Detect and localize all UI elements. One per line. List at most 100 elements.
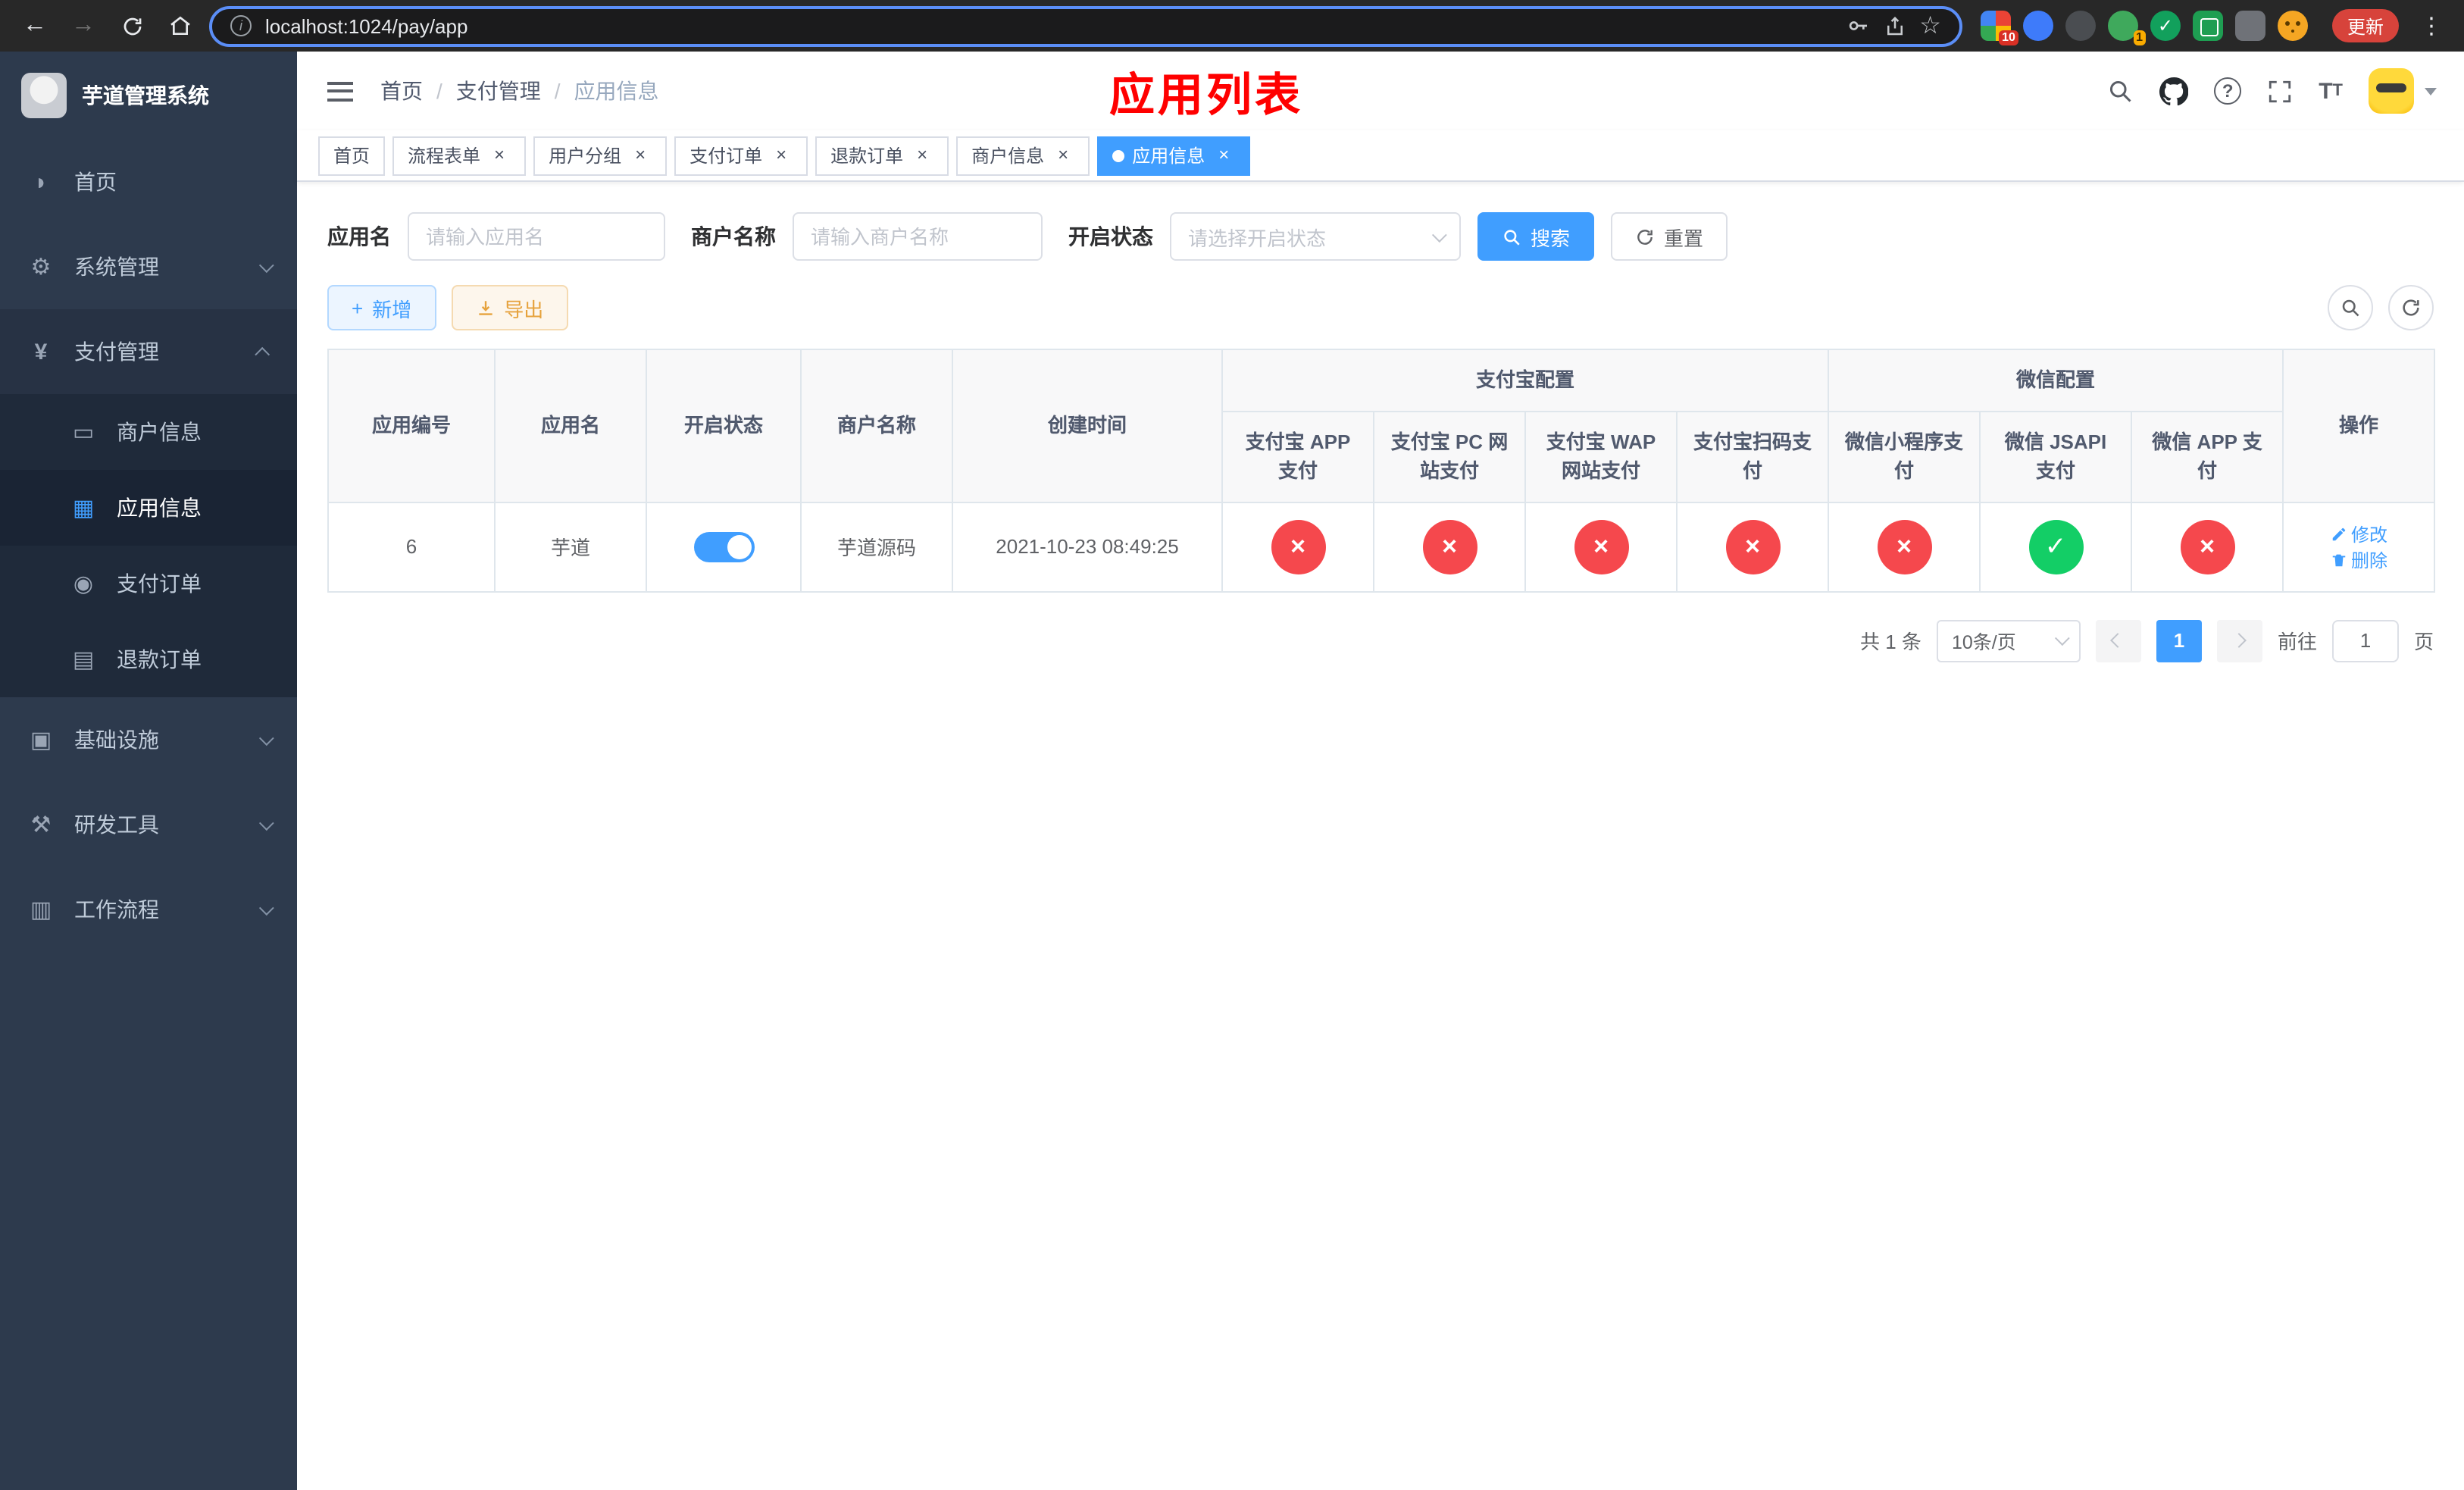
search-button[interactable]: 搜索 <box>1477 212 1595 261</box>
delete-link[interactable]: 删除 <box>2330 546 2387 572</box>
extension-dark-icon[interactable] <box>2065 11 2096 41</box>
export-button[interactable]: 导出 <box>451 285 568 330</box>
sidebar-item-dev-tools[interactable]: ⚒ 研发工具 <box>0 782 297 867</box>
sidebar-item-infrastructure[interactable]: ▣ 基础设施 <box>0 697 297 782</box>
sidebar-item-label: 退款订单 <box>117 647 202 671</box>
extension-drop-icon[interactable] <box>2022 11 2053 41</box>
back-button[interactable]: ← <box>15 6 55 45</box>
breadcrumb-payment[interactable]: 支付管理 <box>456 76 541 106</box>
tab-process-form[interactable]: 流程表单 × <box>392 136 527 175</box>
browser-menu-icon[interactable]: ⋮ <box>2414 12 2449 39</box>
sidebar-item-label: 首页 <box>74 170 117 194</box>
refresh-button[interactable] <box>2388 285 2434 330</box>
sidebar-item-system[interactable]: ⚙ 系统管理 <box>0 224 297 309</box>
close-icon[interactable]: × <box>1212 144 1235 167</box>
close-icon[interactable]: × <box>488 144 511 167</box>
bookmark-star-icon[interactable]: ☆ <box>1919 11 1941 41</box>
workflow-icon: ▥ <box>30 897 52 923</box>
share-icon[interactable] <box>1883 14 1906 37</box>
channel-status-icon[interactable]: × <box>1271 519 1325 574</box>
toolbar-left: + 新增 导出 <box>327 285 568 330</box>
extension-blocks-icon[interactable]: 10 <box>1980 11 2018 45</box>
close-icon[interactable]: × <box>770 144 793 167</box>
reset-button[interactable]: 重置 <box>1611 212 1728 261</box>
chevron-down-icon <box>2054 631 2070 646</box>
tab-label: 用户分组 <box>549 146 622 167</box>
url-text[interactable]: localhost:1024/pay/app <box>265 14 1831 37</box>
tab-pay-orders[interactable]: 支付订单 × <box>674 136 808 175</box>
app-name-field-wrap <box>408 212 665 261</box>
sidebar-item-refund-orders[interactable]: ▤ 退款订单 <box>0 621 297 697</box>
sidebar-item-label: 基础设施 <box>74 728 159 752</box>
profile-avatar-icon[interactable] <box>2277 11 2308 41</box>
extension-check-icon[interactable]: ✓ <box>2150 11 2181 41</box>
app-name-input[interactable] <box>426 225 647 248</box>
gear-icon: ⚙ <box>30 255 52 280</box>
active-tab-dot <box>1112 149 1125 161</box>
tab-user-group[interactable]: 用户分组 × <box>533 136 668 175</box>
page-number-1[interactable]: 1 <box>2156 619 2202 662</box>
extension-book-icon[interactable] <box>2192 11 2223 41</box>
search-icon[interactable] <box>2106 77 2134 105</box>
col-header-alipay-pc: 支付宝 PC 网站支付 <box>1373 410 1526 502</box>
fullscreen-icon[interactable] <box>2267 78 2293 104</box>
chevron-down-icon <box>258 257 274 273</box>
sidebar-item-merchant-info[interactable]: ▭ 商户信息 <box>0 394 297 470</box>
col-header-name: 应用名 <box>494 349 647 502</box>
forward-button[interactable]: → <box>64 6 103 45</box>
status-toggle[interactable] <box>693 531 754 562</box>
reload-button[interactable] <box>112 6 152 45</box>
sidebar-item-workflow[interactable]: ▥ 工作流程 <box>0 867 297 952</box>
github-icon[interactable] <box>2159 77 2189 105</box>
home-button[interactable] <box>161 6 200 45</box>
close-icon[interactable]: × <box>911 144 933 167</box>
user-avatar <box>2369 68 2414 114</box>
font-size-icon[interactable]: TT <box>2319 78 2343 104</box>
status-select[interactable]: 请选择开启状态 <box>1170 212 1461 261</box>
app-logo-row[interactable]: 芋道管理系统 <box>0 52 297 139</box>
tab-app-info[interactable]: 应用信息 × <box>1097 136 1251 175</box>
navbar: 首页 / 支付管理 / 应用信息 应用列表 ? T T <box>297 52 2464 130</box>
extension-green-icon[interactable]: 1 <box>2107 11 2146 45</box>
channel-status-icon[interactable]: × <box>1574 519 1628 574</box>
sidebar-menu: ◗ 首页 ⚙ 系统管理 ¥ 支付管理 ▭ 商户信息 ▦ 应用信息 ◉ 支付订单 … <box>0 139 297 1490</box>
goto-page-input[interactable] <box>2331 619 2399 662</box>
password-key-icon[interactable] <box>1845 14 1869 38</box>
breadcrumb: 首页 / 支付管理 / 应用信息 <box>380 76 659 106</box>
page-size-select[interactable]: 10条/页 <box>1936 619 2081 662</box>
prev-page-button[interactable] <box>2095 619 2141 662</box>
address-bar[interactable]: i localhost:1024/pay/app ☆ <box>209 5 1962 46</box>
sidebar-toggle-icon[interactable] <box>321 75 359 107</box>
merchant-name-input[interactable] <box>811 225 1024 248</box>
edit-link[interactable]: 修改 <box>2330 521 2387 546</box>
channel-status-icon[interactable]: × <box>1422 519 1477 574</box>
tab-merchant-info[interactable]: 商户信息 × <box>956 136 1090 175</box>
cell-wechat-mini: × <box>1828 501 1981 592</box>
next-page-button[interactable] <box>2216 619 2262 662</box>
col-header-alipay-app: 支付宝 APP 支付 <box>1221 410 1374 502</box>
channel-status-icon[interactable]: × <box>2180 519 2235 574</box>
user-menu[interactable] <box>2369 68 2437 114</box>
extension-badge: 1 <box>2133 30 2146 45</box>
toolbar-right <box>2328 285 2434 330</box>
help-icon[interactable]: ? <box>2214 77 2242 105</box>
tab-refund-orders[interactable]: 退款订单 × <box>815 136 949 175</box>
sidebar-item-app-info[interactable]: ▦ 应用信息 <box>0 470 297 546</box>
toggle-search-button[interactable] <box>2328 285 2373 330</box>
channel-status-icon[interactable]: ✓ <box>2028 519 2084 574</box>
sidebar-item-home[interactable]: ◗ 首页 <box>0 139 297 224</box>
browser-chrome: ← → i localhost:1024/pay/app ☆ 10 1 ✓ 更新… <box>0 0 2464 52</box>
sidebar-item-pay-orders[interactable]: ◉ 支付订单 <box>0 546 297 621</box>
add-button[interactable]: + 新增 <box>327 285 436 330</box>
channel-status-icon[interactable]: × <box>1725 519 1780 574</box>
browser-update-button[interactable]: 更新 <box>2331 9 2399 42</box>
close-icon[interactable]: × <box>629 144 652 167</box>
site-info-icon[interactable]: i <box>230 15 252 36</box>
plus-icon: + <box>352 296 364 319</box>
channel-status-icon[interactable]: × <box>1877 519 1932 574</box>
extensions-puzzle-icon[interactable] <box>2234 11 2265 41</box>
close-icon[interactable]: × <box>1052 144 1074 167</box>
tab-home[interactable]: 首页 <box>318 136 386 175</box>
breadcrumb-home[interactable]: 首页 <box>380 76 423 106</box>
sidebar-item-payment[interactable]: ¥ 支付管理 <box>0 309 297 394</box>
